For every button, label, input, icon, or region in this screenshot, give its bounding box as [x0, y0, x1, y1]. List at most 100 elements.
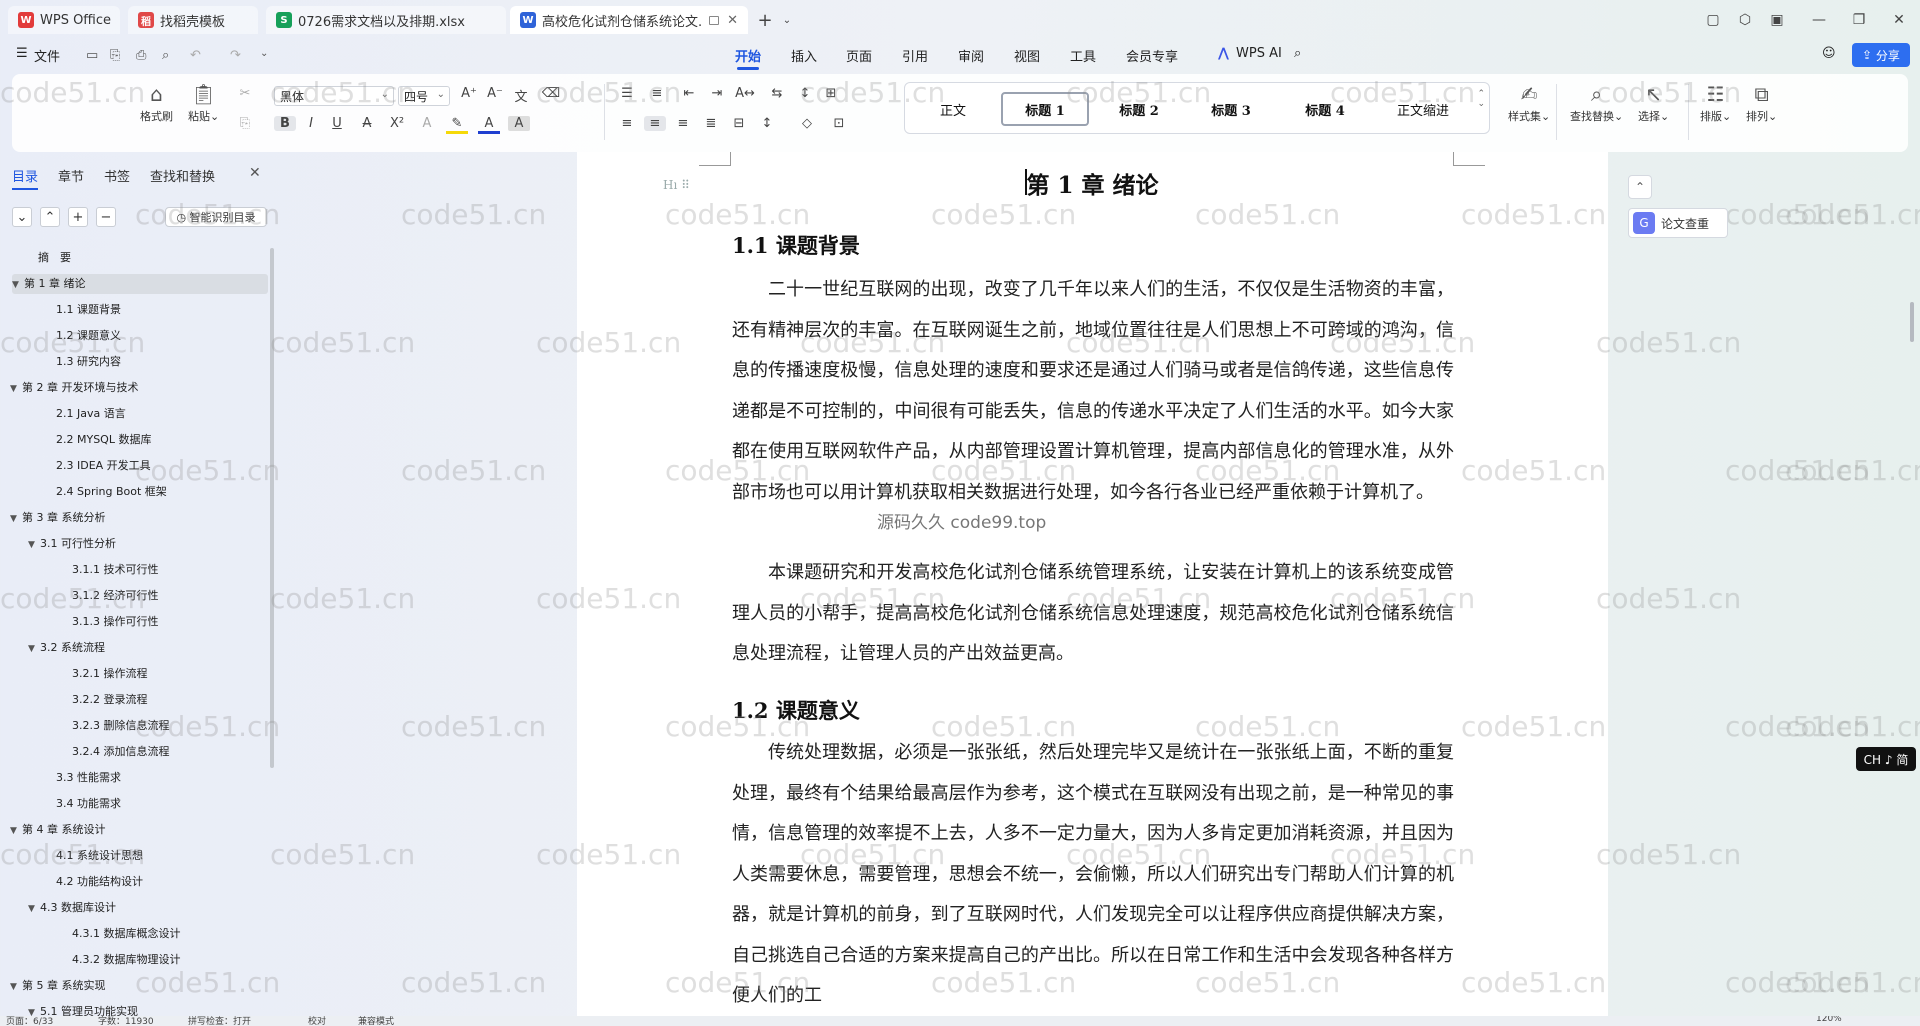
style-normal[interactable]: 正文: [913, 92, 993, 126]
toc-item[interactable]: 4.1 系统设计思想: [56, 846, 143, 866]
arrange-button[interactable]: ⧉ 排列⌄: [1746, 80, 1777, 124]
menu-member[interactable]: 会员专享: [1126, 46, 1178, 65]
numbered-list-icon[interactable]: ≡: [646, 86, 668, 101]
toc-item[interactable]: 2.3 IDEA 开发工具: [56, 456, 151, 476]
toc-item[interactable]: 3.1.1 技术可行性: [72, 560, 159, 580]
toc-item[interactable]: ▼ 第 1 章 绪论: [12, 274, 268, 294]
cut-icon[interactable]: ✂: [234, 86, 256, 101]
style-heading-2[interactable]: 标题 2: [1099, 92, 1179, 126]
restore-icon[interactable]: ❐: [1846, 8, 1872, 32]
toc-item[interactable]: 3.2.4 添加信息流程: [72, 742, 170, 762]
align-center-icon[interactable]: ≡: [644, 116, 666, 131]
search-icon[interactable]: ⌕: [1294, 46, 1301, 61]
smart-toc-button[interactable]: ◷ 智能识别目录: [165, 207, 267, 227]
file-menu[interactable]: 文件: [34, 46, 60, 65]
expand-up-icon[interactable]: ⌃: [40, 207, 60, 227]
print-icon[interactable]: ⎙: [136, 48, 146, 63]
print-preview-icon[interactable]: ⌕: [162, 48, 169, 63]
window-close-icon[interactable]: ✕: [1886, 8, 1912, 32]
format-painter-button[interactable]: ⌂ 格式刷: [140, 80, 173, 124]
menu-start[interactable]: 开始: [735, 46, 761, 70]
border-icon[interactable]: ⊡: [828, 116, 850, 131]
font-name-select[interactable]: 黑体 ⌄: [274, 86, 394, 106]
tab-docer-templates[interactable]: 稻 找稻壳模板: [128, 6, 258, 34]
toc-item[interactable]: 3.1.3 操作可行性: [72, 612, 159, 632]
remove-heading-icon[interactable]: −: [96, 207, 116, 227]
text-effect-icon[interactable]: A: [416, 116, 438, 131]
toc-item[interactable]: 4.2 功能结构设计: [56, 872, 143, 892]
chevron-down-icon[interactable]: ▼: [28, 899, 40, 919]
undo-icon[interactable]: ↶: [190, 48, 201, 63]
tab-docx[interactable]: W 高校危化试剂仓储系统论文.docx ✕: [510, 6, 748, 34]
underline-icon[interactable]: U: [326, 116, 348, 131]
clear-format-icon[interactable]: ⌫: [540, 86, 562, 101]
highlight-icon[interactable]: ✎: [446, 116, 468, 134]
sort-icon[interactable]: ↕: [794, 86, 816, 101]
chevron-down-icon[interactable]: ▼: [28, 639, 40, 659]
chevron-down-icon[interactable]: ▼: [10, 379, 22, 399]
document-page[interactable]: Hı ⠿ 第 1 章 绪论 1.1 课题背景 二十一世纪互联网的出现，改变了几千…: [577, 152, 1608, 1026]
align-right-icon[interactable]: ≡: [672, 116, 694, 131]
distributed-icon[interactable]: ⊟: [728, 116, 750, 131]
menu-tools[interactable]: 工具: [1070, 46, 1096, 65]
comment-icon[interactable]: ☺: [1822, 46, 1836, 61]
paste-button[interactable]: 📋︎ 粘贴⌄: [188, 80, 219, 124]
bold-icon[interactable]: B: [274, 116, 296, 131]
italic-icon[interactable]: I: [300, 116, 322, 131]
minimize-icon[interactable]: —: [1806, 8, 1832, 32]
tab-toc[interactable]: 目录: [12, 166, 39, 190]
menu-insert[interactable]: 插入: [791, 46, 817, 65]
plagiarism-check-button[interactable]: G 论文查重: [1628, 208, 1728, 238]
toc-item[interactable]: 2.2 MYSQL 数据库: [56, 430, 151, 450]
toc-item[interactable]: ▼ 3.2 系统流程: [28, 638, 105, 658]
toc-item[interactable]: 1.1 课题背景: [56, 300, 121, 320]
close-icon[interactable]: ✕: [727, 13, 738, 28]
scroll-thumb[interactable]: [1910, 302, 1914, 342]
wps-ai-icon[interactable]: ⋀: [1218, 46, 1229, 61]
page-count[interactable]: 页面：6/33: [6, 1016, 53, 1026]
toc-item[interactable]: 3.1.2 经济可行性: [72, 586, 159, 606]
tab-wps-office[interactable]: W WPS Office: [8, 6, 120, 34]
toc-item[interactable]: ▼ 第 4 章 系统设计: [10, 820, 106, 840]
gallery-scroll-icon[interactable]: ⌃ ⌄: [1477, 89, 1485, 109]
superscript-icon[interactable]: X²: [386, 116, 408, 131]
grow-font-icon[interactable]: A⁺: [458, 86, 480, 101]
show-marks-icon[interactable]: ⊞: [820, 86, 842, 101]
layout-button[interactable]: ☷ 排版⌄: [1700, 80, 1731, 124]
cube-icon[interactable]: ⬡: [1732, 8, 1758, 32]
toc-item[interactable]: 1.3 研究内容: [56, 352, 121, 372]
decrease-indent-icon[interactable]: ⇤: [678, 86, 700, 101]
chevron-down-icon[interactable]: ▼: [10, 977, 22, 997]
redo-icon[interactable]: ↷: [230, 48, 241, 63]
chevron-down-icon[interactable]: ▼: [12, 275, 24, 295]
toc-item[interactable]: 3.2.3 删除信息流程: [72, 716, 170, 736]
menu-reference[interactable]: 引用: [902, 46, 928, 65]
copy-icon[interactable]: ⎘: [234, 116, 256, 131]
bullet-list-icon[interactable]: ☰: [616, 86, 638, 101]
align-left-icon[interactable]: ≡: [616, 116, 638, 131]
shrink-font-icon[interactable]: A⁻: [484, 86, 506, 101]
text-direction-icon[interactable]: A↔: [734, 86, 756, 101]
toc-item[interactable]: 2.4 Spring Boot 框架: [56, 482, 167, 502]
quick-access-chevron-icon[interactable]: ⌄: [260, 48, 268, 59]
chinese-layout-icon[interactable]: ⇆: [766, 86, 788, 101]
spell-check[interactable]: 拼写检查：打开: [188, 1016, 251, 1026]
style-heading-3[interactable]: 标题 3: [1191, 92, 1271, 126]
toc-item[interactable]: ▼ 第 3 章 系统分析: [10, 508, 106, 528]
toc-item[interactable]: 1.2 课题意义: [56, 326, 121, 346]
export-icon[interactable]: ⎘: [110, 48, 120, 63]
word-count[interactable]: 字数：11930: [98, 1016, 154, 1026]
save-icon[interactable]: ▭: [86, 48, 98, 63]
toc-item[interactable]: ▼ 第 2 章 开发环境与技术: [10, 378, 139, 398]
style-body-indent[interactable]: 正文缩进: [1377, 92, 1469, 126]
find-replace-button[interactable]: ⌕ 查找替换⌄: [1570, 80, 1623, 124]
font-color-icon[interactable]: A: [478, 116, 500, 134]
style-set-button[interactable]: ✍ 样式集⌄: [1508, 80, 1550, 124]
chevron-down-icon[interactable]: ▼: [10, 821, 22, 841]
hamburger-icon[interactable]: ☰: [16, 46, 28, 61]
style-heading-1[interactable]: 标题 1: [1001, 92, 1089, 126]
nav-scrollbar[interactable]: [270, 248, 274, 768]
toc-item[interactable]: 3.2.2 登录流程: [72, 690, 148, 710]
zoom-level[interactable]: 120%: [1816, 1016, 1842, 1024]
tab-find-replace[interactable]: 查找和替换: [150, 166, 215, 185]
